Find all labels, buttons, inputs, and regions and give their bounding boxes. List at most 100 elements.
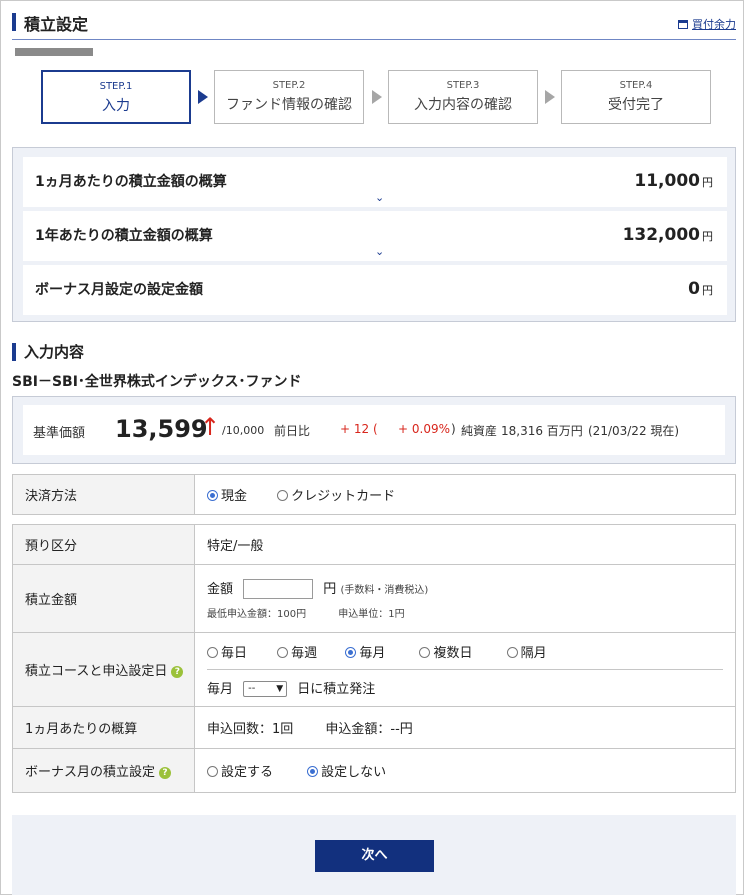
payment-row: 決済方法 現金 クレジットカード [12, 474, 736, 515]
summary-row-monthly[interactable]: 1ヵ月あたりの積立金額の概算 11,000 円 ⌄ [23, 157, 727, 207]
payment-cash-radio[interactable]: 現金 [207, 485, 247, 504]
summary-row-bonus: ボーナス月設定の設定金額 0円 [23, 265, 727, 315]
summary-amount: 11,000 円 [634, 171, 713, 191]
triangle-right-icon [545, 90, 555, 104]
summary-label: 1ヵ月あたりの積立金額の概算 [35, 174, 227, 190]
chevron-down-icon: ▼ [276, 684, 284, 695]
amount-prefix: 金額 [207, 581, 234, 597]
chevron-down-icon[interactable]: ⌄ [375, 245, 384, 258]
summary-amount: 132,000 円 [622, 225, 713, 245]
buying-power-label: 買付余力 [692, 18, 736, 31]
payment-credit-radio[interactable]: クレジットカード [277, 485, 395, 504]
monthly-estimate-cell: 申込回数：1回 申込金額：--円 [194, 706, 736, 749]
fund-name: SBI－SBI･全世界株式インデックス･ファンド [12, 374, 302, 390]
window-icon [678, 19, 688, 29]
day-prefix: 毎月 [207, 681, 234, 697]
step-4: STEP.4 受付完了 [561, 70, 711, 124]
amount-label: 積立金額 [12, 564, 195, 633]
step-label: ファンド情報の確認 [226, 97, 352, 113]
as-of-date: (21/03/22 現在) [588, 424, 680, 438]
course-cell: 毎日 毎週 毎月 複数日 隔月 毎月 -- ▼ 日に積立発注 [194, 632, 736, 707]
payment-options: 現金 クレジットカード [194, 474, 736, 515]
bonus-on-radio[interactable]: 設定する [207, 761, 273, 780]
bonus-label-cell: ボーナス月の積立設定? [12, 748, 195, 793]
amount-input[interactable] [243, 579, 314, 600]
min-amount-label: 最低申込金額：100円 [207, 609, 307, 621]
course-bimonthly-radio[interactable]: 隔月 [506, 642, 547, 661]
price-value: 13,599 [115, 415, 208, 443]
triangle-right-icon [198, 90, 208, 104]
question-icon[interactable]: ? [171, 665, 184, 678]
step-number: STEP.1 [99, 81, 133, 92]
amount-row: 積立金額 金額 円 (手数料・消費税込) 最低申込金額：100円 申込単位：1円 [12, 564, 736, 633]
amount-cell: 金額 円 (手数料・消費税込) 最低申込金額：100円 申込単位：1円 [194, 564, 736, 633]
up-arrow-icon: ↑ [200, 413, 221, 441]
radio-selected-icon [345, 646, 357, 658]
price-denominator: /10,000 [222, 424, 265, 437]
day-select[interactable]: -- ▼ [243, 681, 288, 698]
bonus-label: ボーナス月の積立設定 [25, 765, 156, 780]
step-2: STEP.2 ファンド情報の確認 [214, 70, 364, 124]
monthly-estimate-label: 1ヵ月あたりの概算 [12, 706, 195, 749]
price-inner: 基準価額 13,599 ↑ /10,000 前日比 + 12 ( + 0.09%… [23, 405, 725, 455]
price-label: 基準価額 [33, 426, 86, 441]
amount-note: (手数料・消費税込) [340, 584, 429, 596]
radio-selected-icon [207, 490, 218, 501]
buying-power-link[interactable]: 買付余力 [678, 16, 736, 32]
change-value: + 12 ( [340, 422, 378, 436]
bonus-row: ボーナス月の積立設定? 設定する 設定しない [12, 748, 736, 793]
radio-icon [506, 646, 518, 658]
monthly-estimate-row: 1ヵ月あたりの概算 申込回数：1回 申込金額：--円 [12, 706, 736, 749]
radio-icon [207, 766, 218, 777]
next-button[interactable]: 次へ [315, 840, 434, 872]
payment-label: 決済方法 [12, 474, 195, 515]
amount-unit: 円 [323, 581, 337, 597]
radio-icon [277, 646, 289, 658]
radio-selected-icon [307, 766, 319, 777]
radio-icon [277, 490, 289, 501]
nav-label: 純資産 [461, 424, 498, 438]
course-row: 積立コースと申込設定日? 毎日 毎週 毎月 複数日 隔月 毎月 -- ▼ 日に積立… [12, 632, 736, 707]
step-label: 受付完了 [608, 97, 664, 113]
step-1: STEP.1 入力 [41, 70, 191, 124]
step-number: STEP.4 [619, 80, 653, 91]
deposit-label: 預り区分 [12, 524, 195, 565]
unit-amount-label: 申込単位：1円 [338, 609, 405, 621]
page-title: 積立設定 [24, 15, 89, 34]
section-title: 入力内容 [24, 343, 85, 361]
price-panel: 基準価額 13,599 ↑ /10,000 前日比 + 12 ( + 0.09%… [12, 396, 736, 464]
bonus-off-radio[interactable]: 設定しない [307, 761, 386, 780]
course-monthly-radio[interactable]: 毎月 [345, 642, 385, 661]
course-weekly-radio[interactable]: 毎週 [277, 642, 317, 661]
course-label: 積立コースと申込設定日 [25, 664, 168, 679]
change-label: 前日比 [274, 424, 311, 438]
chevron-down-icon[interactable]: ⌄ [375, 191, 384, 204]
course-multiple-radio[interactable]: 複数日 [419, 642, 472, 661]
course-daily-radio[interactable]: 毎日 [207, 642, 247, 661]
question-icon[interactable]: ? [159, 766, 172, 779]
radio-icon [419, 646, 431, 658]
course-label-cell: 積立コースと申込設定日? [12, 632, 195, 707]
step-label: 入力 [102, 98, 130, 114]
masked-area [15, 48, 93, 56]
bonus-cell: 設定する 設定しない [194, 748, 736, 793]
order-amount: 申込金額：--円 [325, 722, 413, 737]
summary-amount: 0円 [688, 279, 713, 299]
summary-label: ボーナス月設定の設定金額 [35, 282, 203, 298]
summary-row-yearly[interactable]: 1年あたりの積立金額の概算 132,000 円 ⌄ [23, 211, 727, 261]
deposit-value: 特定/一般 [194, 524, 736, 565]
radio-icon [207, 646, 218, 658]
deposit-row: 預り区分 特定/一般 [12, 524, 736, 565]
order-count: 申込回数：1回 [207, 722, 294, 737]
header-accent-bar [12, 13, 16, 31]
nav-value: 18,316 百万円 [501, 424, 583, 438]
step-label: 入力内容の確認 [414, 97, 512, 113]
step-number: STEP.2 [272, 80, 306, 91]
divider [207, 668, 723, 670]
footer-panel: 次へ [12, 815, 736, 895]
change-percent: + 0.09% [398, 422, 450, 436]
order-form-table: 預り区分 特定/一般 積立金額 金額 円 (手数料・消費税込) 最低申込金額：1… [12, 524, 736, 793]
day-suffix: 日に積立発注 [297, 681, 376, 697]
summary-panel: 1ヵ月あたりの積立金額の概算 11,000 円 ⌄ 1年あたりの積立金額の概算 1… [12, 147, 736, 322]
change-close: ) [451, 422, 456, 436]
